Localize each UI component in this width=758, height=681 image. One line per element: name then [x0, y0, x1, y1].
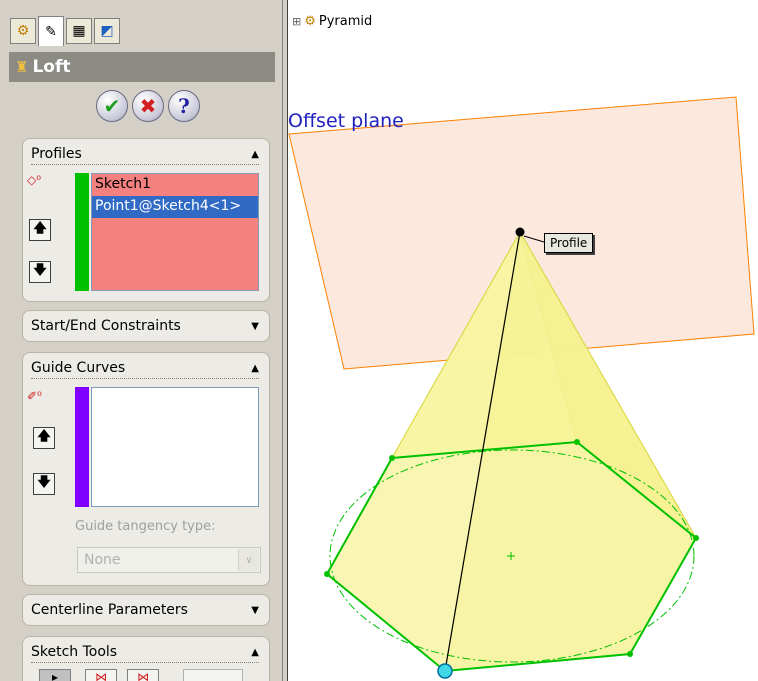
centerline-parameters-section[interactable]: Centerline Parameters ▼: [22, 594, 270, 626]
expand-arrow-icon: ▼: [251, 320, 259, 332]
ok-button[interactable]: ✔: [96, 90, 128, 122]
guide-tangency-value: None: [84, 552, 121, 568]
arrow-down-icon: 🡇: [37, 475, 51, 490]
help-icon: ?: [178, 94, 190, 118]
feature-manager-tab[interactable]: ⚙: [10, 18, 36, 44]
profile-callout[interactable]: Profile: [544, 233, 594, 253]
profiles-color-bar: [75, 173, 89, 291]
collapse-arrow-icon: ▲: [251, 646, 259, 658]
property-manager-icon: ✎: [45, 23, 57, 40]
arrow-up-icon: 🡅: [37, 429, 51, 444]
arrow-up-icon: 🡅: [33, 221, 47, 236]
collapse-arrow-icon: ▲: [251, 148, 259, 160]
arrow-down-icon: 🡇: [33, 263, 47, 278]
drag-sketch-button[interactable]: ⋈: [85, 669, 117, 681]
checkmark-icon: ✔: [103, 94, 121, 118]
property-manager-tab[interactable]: ✎: [38, 16, 64, 46]
appearance-icon: ◩: [100, 23, 114, 39]
guide-curves-header[interactable]: Guide Curves ▲: [31, 357, 259, 379]
start-end-title: Start/End Constraints: [31, 318, 181, 334]
connector-button[interactable]: ⋈: [127, 669, 159, 681]
graphics-viewport[interactable]: ⊞ ⚙ Pyramid Offset plane Profile: [288, 0, 758, 681]
cancel-button[interactable]: ✖: [132, 90, 164, 122]
sketch-tools-title: Sketch Tools: [31, 644, 118, 660]
sketch-tools-section: Sketch Tools ▲ ▸ ⋈ ⋈: [22, 636, 270, 681]
configuration-manager-icon: ▦: [72, 23, 86, 39]
apex-point[interactable]: [515, 227, 525, 237]
appearance-tab[interactable]: ◩: [94, 18, 120, 44]
start-end-header[interactable]: Start/End Constraints ▼: [31, 315, 259, 337]
guide-curves-section: Guide Curves ▲ ✐⁰ 🡅 🡇 Guide tangency typ…: [22, 352, 270, 586]
select-tool-button[interactable]: ▸: [39, 669, 71, 681]
guide-curves-title: Guide Curves: [31, 360, 126, 376]
guide-curves-list[interactable]: [91, 387, 259, 507]
help-button[interactable]: ?: [168, 90, 200, 122]
collapse-arrow-icon: ▲: [251, 362, 259, 374]
model-view: [288, 96, 755, 679]
guide-curves-color-bar: [75, 387, 89, 507]
close-icon: ✖: [139, 94, 157, 118]
profiles-title: Profiles: [31, 146, 82, 162]
start-end-constraints-section[interactable]: Start/End Constraints ▼: [22, 310, 270, 342]
profile-callout-label: Profile: [550, 236, 588, 250]
list-item[interactable]: Point1@Sketch4<1>: [92, 196, 258, 218]
profiles-section: Profiles ▲ ◇⁰ Sketch1 Point1@Sketch4<1> …: [22, 138, 270, 302]
sketch-tools-header[interactable]: Sketch Tools ▲: [31, 641, 259, 663]
manager-tab-row: ⚙ ✎ ▦ ◩: [0, 0, 282, 48]
move-down-button[interactable]: 🡇: [29, 261, 51, 283]
property-manager-panel: ⚙ ✎ ▦ ◩ ♜ Loft ✔ ✖ ? Profiles ▲ ◇⁰ Sketc…: [0, 0, 282, 681]
move-up-button[interactable]: 🡅: [33, 427, 55, 449]
chevron-down-icon: ∨: [238, 549, 259, 571]
sketch-tool-field[interactable]: [183, 669, 243, 681]
offset-plane-label: Offset plane: [288, 110, 404, 132]
move-down-button[interactable]: 🡇: [33, 473, 55, 495]
connector-handle[interactable]: [437, 663, 453, 679]
guide-tangency-label: Guide tangency type:: [75, 519, 216, 534]
list-item[interactable]: Sketch1: [92, 174, 258, 196]
profile-selection-icon: ◇⁰: [27, 173, 42, 187]
loft-icon: ♜: [15, 58, 29, 76]
expand-arrow-icon: ▼: [251, 604, 259, 616]
move-up-button[interactable]: 🡅: [29, 219, 51, 241]
centerline-title: Centerline Parameters: [31, 602, 188, 618]
feature-title-bar: ♜ Loft: [9, 52, 275, 82]
guide-tangency-select[interactable]: None ∨: [77, 547, 261, 573]
feature-manager-icon: ⚙: [16, 23, 30, 39]
feature-title: Loft: [32, 57, 71, 77]
guide-curve-selection-icon: ✐⁰: [27, 389, 42, 403]
centerline-header[interactable]: Centerline Parameters ▼: [31, 599, 259, 621]
profiles-list[interactable]: Sketch1 Point1@Sketch4<1>: [91, 173, 259, 291]
profiles-header[interactable]: Profiles ▲: [31, 143, 259, 165]
configuration-manager-tab[interactable]: ▦: [66, 18, 92, 44]
